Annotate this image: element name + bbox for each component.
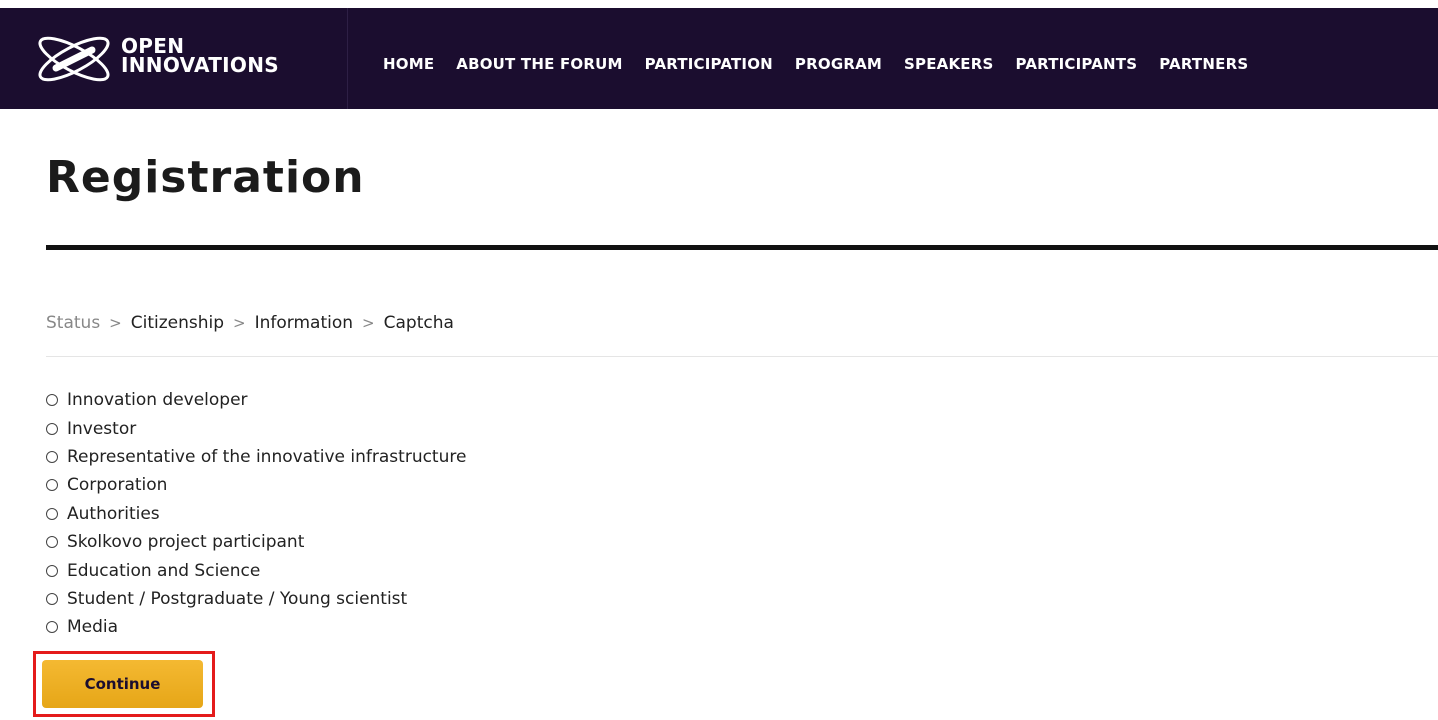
radio-button[interactable] xyxy=(46,394,58,407)
option-innovative-infrastructure[interactable]: Representative of the innovative infrast… xyxy=(46,443,466,471)
breadcrumb-separator: > xyxy=(109,314,122,332)
option-education-and-science[interactable]: Education and Science xyxy=(46,556,466,584)
nav-participants[interactable]: PARTICIPANTS xyxy=(1016,55,1138,73)
option-innovation-developer[interactable]: Innovation developer xyxy=(46,386,466,414)
option-label: Media xyxy=(67,617,119,638)
nav-partners[interactable]: PARTNERS xyxy=(1159,55,1248,73)
radio-button[interactable] xyxy=(46,592,58,605)
main-nav: HOME ABOUT THE FORUM PARTICIPATION PROGR… xyxy=(383,55,1248,73)
radio-button[interactable] xyxy=(46,564,58,577)
option-label: Skolkovo project participant xyxy=(67,532,305,553)
logo-text[interactable]: OPEN INNOVATIONS xyxy=(121,36,279,77)
radio-button[interactable] xyxy=(46,621,58,634)
breadcrumb: Status > Citizenship > Information > Captcha xyxy=(46,313,454,333)
option-authorities[interactable]: Authorities xyxy=(46,500,466,528)
breadcrumb-step-captcha: Captcha xyxy=(383,313,454,333)
nav-speakers[interactable]: SPEAKERS xyxy=(904,55,993,73)
option-skolkovo-project-participant[interactable]: Skolkovo project participant xyxy=(46,528,466,556)
nav-home[interactable]: HOME xyxy=(383,55,434,73)
option-label: Education and Science xyxy=(67,560,261,581)
option-investor[interactable]: Investor xyxy=(46,414,466,442)
breadcrumb-divider xyxy=(46,356,1438,357)
title-divider xyxy=(46,245,1438,250)
option-corporation[interactable]: Corporation xyxy=(46,471,466,499)
continue-button[interactable]: Continue xyxy=(42,660,203,708)
option-label: Student / Postgraduate / Young scientist xyxy=(67,588,408,609)
status-radio-group: Innovation developer Investor Representa… xyxy=(46,386,466,642)
radio-button[interactable] xyxy=(46,422,58,435)
option-student-postgraduate-young-scientist[interactable]: Student / Postgraduate / Young scientist xyxy=(46,585,466,613)
option-label: Corporation xyxy=(67,475,168,496)
page-title: Registration xyxy=(46,152,365,203)
open-innovations-logo-icon[interactable] xyxy=(30,34,120,84)
site-header: OPEN INNOVATIONS HOME ABOUT THE FORUM PA… xyxy=(0,8,1438,109)
option-label: Innovation developer xyxy=(67,390,248,411)
radio-button[interactable] xyxy=(46,450,58,463)
option-label: Representative of the innovative infrast… xyxy=(67,446,467,467)
logo-line-innovations: INNOVATIONS xyxy=(121,53,279,77)
radio-button[interactable] xyxy=(46,536,58,549)
breadcrumb-step-information: Information xyxy=(254,313,354,333)
radio-button[interactable] xyxy=(46,507,58,520)
breadcrumb-separator: > xyxy=(233,314,246,332)
nav-program[interactable]: PROGRAM xyxy=(795,55,882,73)
breadcrumb-step-status: Status xyxy=(46,313,101,333)
header-divider xyxy=(347,8,348,109)
breadcrumb-step-citizenship: Citizenship xyxy=(130,313,225,333)
breadcrumb-separator: > xyxy=(362,314,375,332)
option-label: Authorities xyxy=(67,503,160,524)
option-media[interactable]: Media xyxy=(46,613,466,641)
option-label: Investor xyxy=(67,418,137,439)
radio-button[interactable] xyxy=(46,479,58,492)
nav-participation[interactable]: PARTICIPATION xyxy=(645,55,773,73)
nav-about-the-forum[interactable]: ABOUT THE FORUM xyxy=(456,55,622,73)
